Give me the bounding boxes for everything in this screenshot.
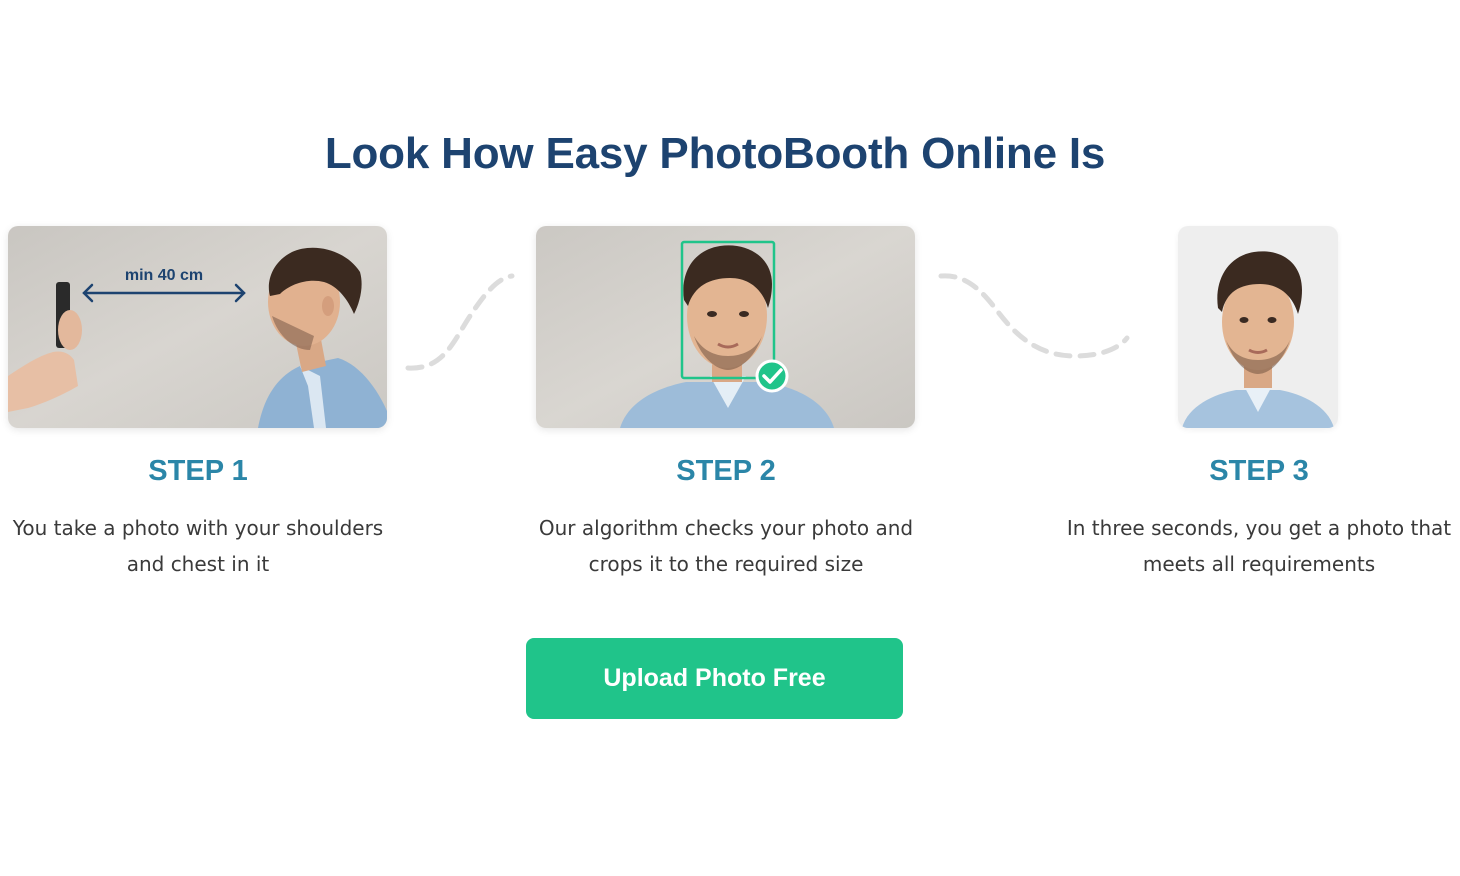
step-3-description: In three seconds, you get a photo that m…: [1066, 516, 1452, 576]
upload-photo-button[interactable]: Upload Photo Free: [526, 638, 903, 719]
step-3-title: STEP 3: [1209, 455, 1309, 487]
step-2-title: STEP 2: [676, 455, 776, 487]
check-circle-icon: [755, 359, 789, 393]
step-3-image: [1178, 226, 1338, 428]
step-1-image: min 40 cm: [8, 226, 387, 428]
page-title: Look How Easy PhotoBooth Online Is: [324, 129, 1106, 178]
step-1-title: STEP 1: [148, 455, 248, 487]
distance-label: min 40 cm: [125, 267, 203, 284]
step-1-description: You take a photo with your shoulders and…: [12, 516, 384, 576]
dashed-connector: [405, 273, 515, 371]
dashed-connector: [938, 273, 1130, 359]
step-2-image: [536, 226, 915, 428]
step-2-description: Our algorithm checks your photo and crop…: [538, 516, 914, 576]
